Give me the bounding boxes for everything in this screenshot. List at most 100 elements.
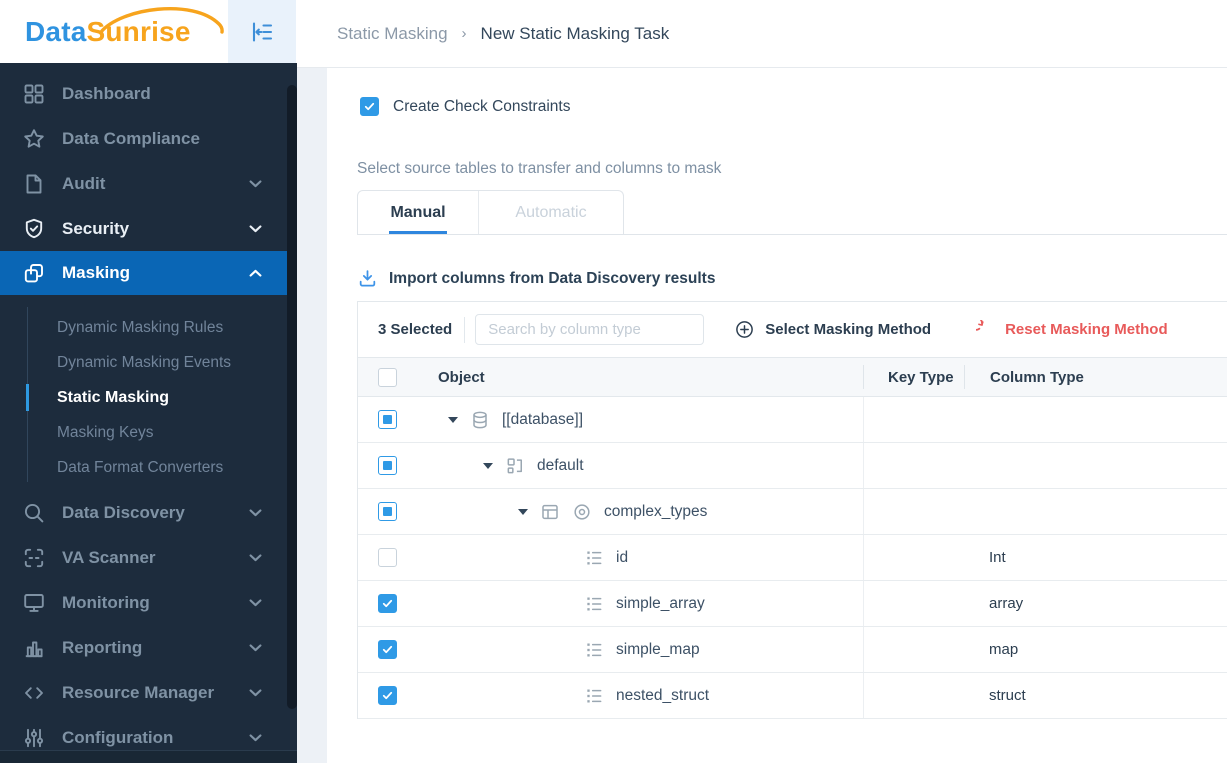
- sidebar-item-audit[interactable]: Audit: [0, 161, 297, 206]
- import-columns-link[interactable]: Import columns from Data Discovery resul…: [357, 268, 1227, 289]
- row-checkbox[interactable]: [378, 686, 397, 705]
- sidebar-item-security[interactable]: Security: [0, 206, 297, 251]
- collapse-sidebar-button[interactable]: [228, 0, 296, 63]
- object-name: id: [616, 548, 629, 566]
- row-checkbox[interactable]: [378, 594, 397, 613]
- tab-automatic[interactable]: Automatic: [478, 191, 623, 234]
- submenu-item-masking-keys[interactable]: Masking Keys: [0, 415, 297, 450]
- database-icon: [470, 410, 490, 430]
- row-checkbox[interactable]: [378, 456, 397, 475]
- submenu-label: Dynamic Masking Rules: [57, 318, 224, 336]
- masking-submenu: Dynamic Masking Rules Dynamic Masking Ev…: [0, 295, 297, 490]
- table-row: [[database]]: [358, 397, 1227, 443]
- create-check-constraints-label: Create Check Constraints: [393, 97, 571, 115]
- dashboard-grid-icon: [22, 82, 46, 106]
- sidebar-item-dashboard[interactable]: Dashboard: [0, 71, 297, 116]
- table-header-row: Object Key Type Column Type: [358, 357, 1227, 397]
- create-check-constraints-checkbox[interactable]: [360, 97, 379, 116]
- sidebar-item-monitoring[interactable]: Monitoring: [0, 580, 297, 625]
- logo-area: Data Sunrise: [0, 0, 297, 63]
- collapse-sidebar-icon: [249, 19, 275, 45]
- key-type-value: [863, 397, 964, 442]
- reset-arrow-icon: [976, 320, 995, 339]
- column-header-column-type: Column Type: [964, 365, 1227, 389]
- submenu-item-dynamic-masking-events[interactable]: Dynamic Masking Events: [0, 345, 297, 380]
- datasunrise-logo[interactable]: Data Sunrise: [25, 6, 224, 48]
- table-toolbar: 3 Selected Select Masking Method Reset M…: [358, 302, 1227, 357]
- row-checkbox[interactable]: [378, 502, 397, 521]
- sidebar-item-label: Configuration: [62, 727, 174, 747]
- chevron-down-icon: [249, 554, 262, 562]
- sidebar-item-label: Dashboard: [62, 83, 151, 103]
- reset-masking-method-button[interactable]: Reset Masking Method: [976, 320, 1168, 339]
- row-checkbox[interactable]: [378, 640, 397, 659]
- search-input[interactable]: [475, 314, 705, 345]
- check-icon: [363, 100, 376, 113]
- check-icon: [381, 643, 394, 656]
- chevron-down-icon: [249, 180, 262, 188]
- columns-grid: 3 Selected Select Masking Method Reset M…: [357, 301, 1227, 719]
- submenu-label: Data Format Converters: [57, 458, 224, 476]
- collapse-caret[interactable]: [483, 462, 493, 469]
- sunrise-arc-icon: [99, 6, 224, 34]
- table-row: default: [358, 443, 1227, 489]
- table-row: simple_array array: [358, 581, 1227, 627]
- column-type-value: Int: [989, 549, 1006, 566]
- sidebar-item-label: Data Compliance: [62, 128, 200, 148]
- collapse-caret[interactable]: [448, 416, 458, 423]
- object-name: nested_struct: [616, 686, 710, 704]
- object-name: simple_array: [616, 594, 705, 612]
- sidebar-footer: [0, 750, 297, 763]
- column-icon: [584, 548, 604, 568]
- select-all-checkbox[interactable]: [378, 367, 397, 387]
- chevron-down-icon: [249, 644, 262, 652]
- search-icon: [22, 501, 46, 525]
- column-type-value: array: [989, 595, 1024, 612]
- breadcrumb-parent-link[interactable]: Static Masking: [337, 24, 448, 44]
- sidebar-item-data-compliance[interactable]: Data Compliance: [0, 116, 297, 161]
- sidebar-item-data-discovery[interactable]: Data Discovery: [0, 490, 297, 535]
- table-row: nested_struct struct: [358, 673, 1227, 719]
- eye-icon[interactable]: [572, 502, 592, 522]
- check-icon: [381, 597, 394, 610]
- page-title: New Static Masking Task: [480, 23, 670, 43]
- column-header-key-type: Key Type: [863, 365, 964, 389]
- submenu-item-data-format-converters[interactable]: Data Format Converters: [0, 450, 297, 485]
- column-type-value: struct: [989, 687, 1026, 704]
- sidebar-item-resource-manager[interactable]: Resource Manager: [0, 670, 297, 715]
- masking-copy-icon: [22, 261, 46, 285]
- create-check-constraints-row: Create Check Constraints: [360, 97, 1227, 116]
- sidebar-item-va-scanner[interactable]: VA Scanner: [0, 535, 297, 580]
- object-name: [[database]]: [502, 410, 584, 428]
- key-type-value: [863, 443, 964, 488]
- sidebar: Dashboard Data Compliance Audit Security…: [0, 63, 297, 763]
- schema-icon: [505, 456, 525, 476]
- tabs-box: Manual Automatic: [357, 190, 624, 234]
- submenu-item-static-masking[interactable]: Static Masking: [0, 380, 297, 415]
- collapse-caret[interactable]: [518, 508, 528, 515]
- chevron-up-icon: [249, 269, 262, 277]
- submenu-item-dynamic-masking-rules[interactable]: Dynamic Masking Rules: [0, 310, 297, 345]
- selected-count: 3 Selected: [378, 321, 453, 338]
- select-masking-method-button[interactable]: Select Masking Method: [734, 319, 931, 340]
- row-checkbox[interactable]: [378, 548, 397, 567]
- key-type-value: [863, 489, 964, 534]
- tab-manual[interactable]: Manual: [358, 191, 478, 234]
- toolbar-divider: [464, 316, 466, 343]
- reset-masking-method-label: Reset Masking Method: [1005, 321, 1168, 338]
- chevron-down-icon: [249, 509, 262, 517]
- row-checkbox[interactable]: [378, 410, 397, 429]
- object-name: complex_types: [604, 502, 708, 520]
- sidebar-item-label: Resource Manager: [62, 682, 215, 702]
- sidebar-item-reporting[interactable]: Reporting: [0, 625, 297, 670]
- sidebar-item-masking[interactable]: Masking: [0, 251, 297, 295]
- breadcrumb: Static Masking › New Static Masking Task: [337, 24, 669, 44]
- code-icon: [22, 681, 46, 705]
- column-type-value: map: [989, 641, 1019, 658]
- check-icon: [381, 689, 394, 702]
- page-header: Static Masking › New Static Masking Task: [297, 0, 1227, 68]
- chevron-down-icon: [249, 689, 262, 697]
- column-header-object: Object: [438, 368, 485, 386]
- sidebar-scrollbar[interactable]: [287, 85, 297, 709]
- circled-plus-icon: [734, 319, 755, 340]
